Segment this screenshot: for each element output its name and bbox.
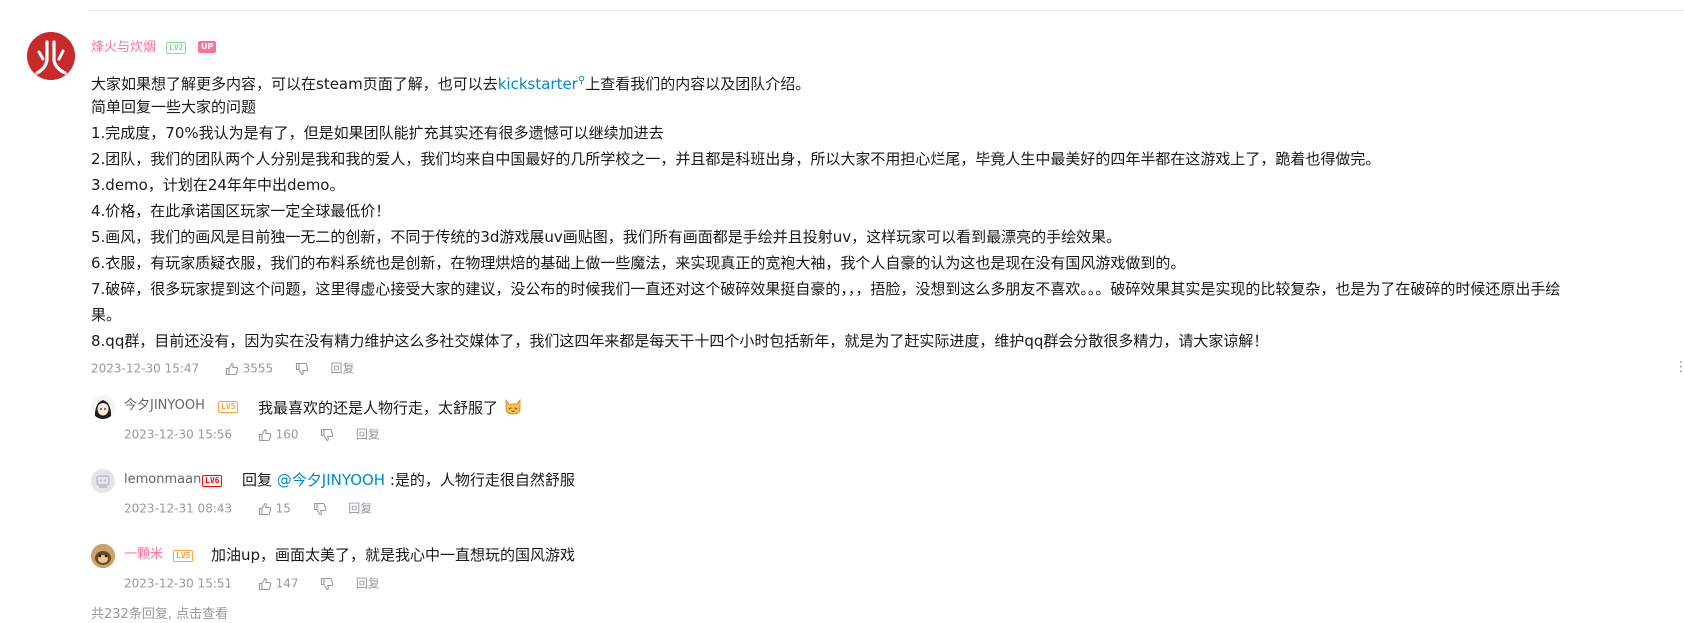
- thumbs-up-icon: [258, 428, 272, 441]
- kickstarter-link[interactable]: kickstarter: [498, 75, 578, 93]
- comment-meta: 2023-12-30 15:47 3555 回复: [91, 360, 355, 377]
- reply-text: 我最喜欢的还是人物行走，太舒服了: [258, 399, 499, 417]
- avatar[interactable]: [91, 395, 115, 419]
- reply-button[interactable]: 回复: [330, 362, 354, 376]
- reply-button[interactable]: 回复: [356, 577, 380, 591]
- cat-emoji-icon: [505, 398, 521, 415]
- timestamp: 2023-12-30 15:47: [91, 361, 200, 376]
- thumbs-up-icon: [258, 502, 272, 515]
- level-badge: LV6: [202, 475, 223, 487]
- level-badge: LV5: [173, 550, 194, 562]
- reply-button[interactable]: 回复: [348, 502, 372, 516]
- level-badge: LV2: [166, 42, 187, 54]
- default-avatar-icon: [91, 469, 115, 493]
- like-count: 15: [275, 501, 291, 516]
- avatar-animal-icon: [91, 544, 115, 568]
- content-text: 上查看我们的内容以及团队介绍。: [585, 75, 811, 93]
- reply-meta: 2023-12-30 15:56 160 回复: [124, 426, 380, 443]
- reply-username[interactable]: 一颗米: [124, 547, 163, 563]
- view-more-replies-link[interactable]: 共232条回复, 点击查看: [91, 607, 228, 623]
- like-count: 3555: [242, 361, 274, 376]
- timestamp: 2023-12-30 15:51: [124, 576, 233, 591]
- thumbs-down-icon[interactable]: [320, 577, 334, 591]
- reply-button[interactable]: 回复: [356, 428, 380, 442]
- avatar-girl-icon: [91, 395, 115, 419]
- content-line: 5.画风，我们的画风是目前独一无二的创新，不同于传统的3d游戏展uv画贴图，我们…: [91, 228, 1122, 246]
- content-line: 简单回复一些大家的问题: [91, 98, 257, 116]
- reply-meta: 2023-12-31 08:43 15 回复: [124, 500, 372, 517]
- avatar[interactable]: [91, 469, 115, 493]
- like-count: 160: [275, 427, 299, 442]
- thumbs-up-icon: [225, 362, 239, 375]
- reply-text: :是的，人物行走很自然舒服: [385, 471, 575, 489]
- thumbs-down-icon[interactable]: [313, 502, 327, 516]
- comment-username[interactable]: 烽火与炊烟: [91, 40, 156, 56]
- content-line: 果。: [91, 306, 122, 324]
- reply-content: 加油up，画面太美了，就是我心中一直想玩的国风游戏: [211, 546, 576, 564]
- reply-username[interactable]: 今夕JINYOOH: [124, 398, 205, 414]
- content-line: 4.价格，在此承诺国区玩家一定全球最低价！: [91, 202, 391, 220]
- avatar-logo-icon: [27, 32, 75, 80]
- up-badge: UP: [198, 41, 217, 53]
- like-button[interactable]: 3555: [225, 361, 277, 376]
- like-button[interactable]: 160: [258, 427, 303, 442]
- content-text: 大家如果想了解更多内容，可以在steam页面了解，也可以去: [91, 75, 498, 93]
- timestamp: 2023-12-31 08:43: [124, 501, 233, 516]
- thumbs-up-icon: [258, 577, 272, 590]
- content-line: 7.破碎，很多玩家提到这个问题，这里得虚心接受大家的建议，没公布的时候我们一直还…: [91, 280, 1561, 298]
- like-button[interactable]: 15: [258, 501, 295, 516]
- content-line: 6.衣服，有玩家质疑衣服，我们的布料系统也是创新，在物理烘焙的基础上做一些魔法，…: [91, 254, 1186, 272]
- reply-content: 回复 @今夕JINYOOH :是的，人物行走很自然舒服: [242, 470, 575, 490]
- divider-top: [88, 10, 1684, 11]
- thumbs-down-icon[interactable]: [320, 428, 334, 442]
- content-line: 8.qq群，目前还没有，因为实在没有精力维护这么多社交媒体了，我们这四年来都是每…: [91, 332, 1269, 350]
- content-line: 3.demo，计划在24年年中出demo。: [91, 176, 345, 194]
- content-line: 2.团队，我们的团队两个人分别是我和我的爱人，我们均来自中国最好的几所学校之一，…: [91, 150, 1381, 168]
- timestamp: 2023-12-30 15:56: [124, 427, 233, 442]
- avatar[interactable]: [91, 544, 115, 568]
- avatar[interactable]: [27, 32, 75, 80]
- more-options-icon[interactable]: ⋮: [1674, 359, 1684, 375]
- level-badge: LV5: [218, 401, 239, 413]
- content-line: 大家如果想了解更多内容，可以在steam页面了解，也可以去kickstarter…: [91, 71, 810, 94]
- reply-meta: 2023-12-30 15:51 147 回复: [124, 575, 380, 592]
- like-count: 147: [275, 576, 299, 591]
- content-line: 1.完成度，70%我认为是有了，但是如果团队能扩充其实还有很多遗憾可以继续加进去: [91, 124, 664, 142]
- reply-prefix: 回复: [242, 471, 277, 489]
- mention-link[interactable]: @今夕JINYOOH: [277, 471, 385, 489]
- reply-content: 我最喜欢的还是人物行走，太舒服了: [258, 396, 523, 418]
- like-button[interactable]: 147: [258, 576, 303, 591]
- reply-username[interactable]: lemonmaan: [124, 472, 201, 488]
- thumbs-down-icon[interactable]: [295, 362, 309, 376]
